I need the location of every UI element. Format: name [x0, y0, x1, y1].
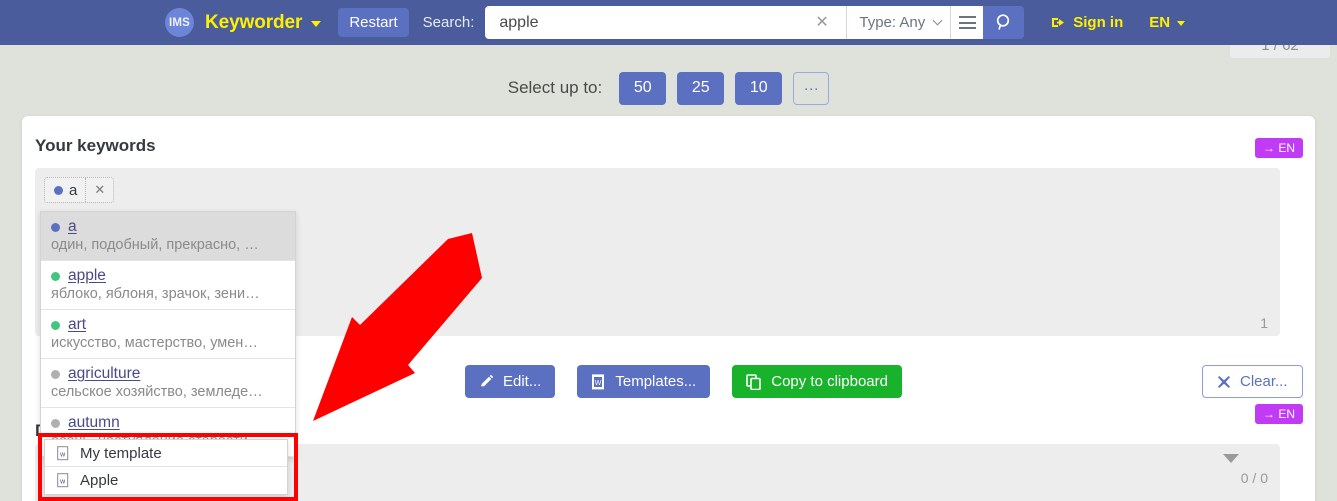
autocomplete-item-word: apple [68, 267, 106, 284]
keyword-tag-label: a [69, 181, 78, 199]
copy-button-label: Copy to clipboard [771, 373, 888, 390]
ims-logo-icon: IMS [165, 8, 194, 37]
caret-down-icon[interactable] [1223, 454, 1239, 463]
autocomplete-item-word: agriculture [68, 365, 141, 382]
select-limit-10-button[interactable]: 10 [735, 71, 783, 105]
autocomplete-item-word: a [68, 218, 77, 235]
clear-button-label: Clear... [1240, 373, 1288, 390]
edit-button[interactable]: Edit... [465, 365, 556, 398]
chevron-down-icon [932, 15, 943, 26]
search-clear-icon[interactable]: ✕ [805, 14, 838, 31]
restart-button[interactable]: Restart [338, 8, 409, 37]
sign-in-button[interactable]: Sign in [1051, 14, 1123, 31]
app-header: IMS Keyworder Restart Search: ✕ Type: An… [0, 0, 1337, 45]
translate-to-en-badge-keywords[interactable]: → EN [1255, 138, 1304, 159]
autocomplete-item-header: apple [51, 267, 285, 285]
search-submit-button[interactable] [983, 6, 1025, 39]
keyword-tag[interactable]: a ✕ [44, 177, 115, 203]
template-menu-item[interactable]: w Apple [45, 467, 287, 494]
search-bar: ✕ [485, 6, 847, 39]
template-menu-item-label: My template [80, 444, 162, 462]
edit-button-label: Edit... [503, 373, 542, 390]
select-limit-25-button[interactable]: 25 [677, 71, 725, 105]
autocomplete-item[interactable]: agriculture сельское хозяйство, земледе… [41, 359, 295, 408]
document-word-icon: W [592, 373, 605, 389]
keyword-status-dot [51, 271, 60, 281]
translate-to-en-badge-description[interactable]: → EN [1255, 404, 1304, 425]
keyword-status-dot [51, 320, 60, 330]
template-menu-item-label: Apple [80, 472, 119, 489]
autocomplete-item[interactable]: apple яблоко, яблоня, зрачок, зени… [41, 261, 295, 310]
hamburger-menu-icon[interactable] [950, 6, 984, 39]
keywords-count: 1 [1260, 315, 1268, 331]
language-selector[interactable]: EN [1149, 14, 1186, 31]
select-limit-more-button[interactable]: ··· [793, 71, 830, 105]
autocomplete-item-header: a [51, 218, 285, 236]
keyword-status-dot [51, 222, 60, 232]
pencil-icon [481, 374, 494, 387]
keyword-status-dot [51, 369, 60, 379]
svg-text:w: w [59, 479, 66, 486]
sign-in-icon [1052, 18, 1065, 27]
document-word-icon: w [57, 445, 69, 460]
type-filter-label: Type: Any [859, 14, 926, 31]
autocomplete-item[interactable]: a один, подобный, прекрасно, … [41, 212, 295, 261]
autocomplete-item-translations: один, подобный, прекрасно, … [51, 237, 259, 253]
template-dropdown-menu[interactable]: w My template w Apple [44, 439, 288, 495]
search-icon [997, 14, 1010, 30]
autocomplete-item[interactable]: art искусство, мастерство, умен… [41, 310, 295, 359]
select-up-to-label: Select up to: [507, 78, 603, 97]
chevron-down-icon [1177, 21, 1186, 26]
description-counter: 0 / 0 [1240, 470, 1268, 486]
autocomplete-item-header: agriculture [51, 365, 285, 383]
templates-button[interactable]: W Templates... [577, 365, 711, 398]
copy-icon [746, 373, 762, 390]
keyword-remove-icon[interactable]: ✕ [85, 178, 113, 202]
select-up-to-bar: Select up to: 50 25 10 ··· [0, 62, 1337, 114]
keyword-autocomplete-dropdown[interactable]: a один, подобный, прекрасно, … apple яблоко… [40, 211, 296, 458]
search-label: Search: [422, 14, 475, 31]
autocomplete-item-translations: яблоко, яблоня, зрачок, зени… [51, 286, 260, 302]
language-label: EN [1149, 14, 1171, 31]
brand-name[interactable]: Keyworder [205, 12, 302, 34]
svg-text:W: W [595, 380, 602, 387]
template-menu-item[interactable]: w My template [45, 440, 287, 467]
search-input[interactable] [485, 7, 806, 38]
autocomplete-item-word: autumn [68, 414, 120, 431]
clear-button[interactable]: Clear... [1202, 365, 1303, 398]
autocomplete-item-word: art [68, 316, 87, 333]
type-filter-dropdown[interactable]: Type: Any [846, 6, 951, 39]
templates-button-label: Templates... [615, 373, 697, 390]
close-x-icon [1218, 375, 1230, 388]
autocomplete-item-header: art [51, 316, 285, 334]
page-title: Your keywords [35, 136, 156, 155]
copy-to-clipboard-button[interactable]: Copy to clipboard [732, 365, 902, 398]
sign-in-label: Sign in [1073, 14, 1124, 31]
svg-text:w: w [59, 451, 66, 458]
keyword-status-dot [51, 418, 60, 428]
chevron-down-icon[interactable] [311, 21, 322, 27]
document-word-icon: w [57, 473, 69, 488]
autocomplete-item-translations: искусство, мастерство, умен… [51, 335, 258, 351]
select-limit-50-button[interactable]: 50 [619, 71, 667, 105]
keyword-status-dot [54, 185, 63, 195]
brand-logo-group[interactable]: IMS Keyworder [165, 8, 322, 37]
autocomplete-item-header: autumn [51, 414, 285, 432]
autocomplete-item-translations: сельское хозяйство, земледе… [51, 384, 263, 400]
